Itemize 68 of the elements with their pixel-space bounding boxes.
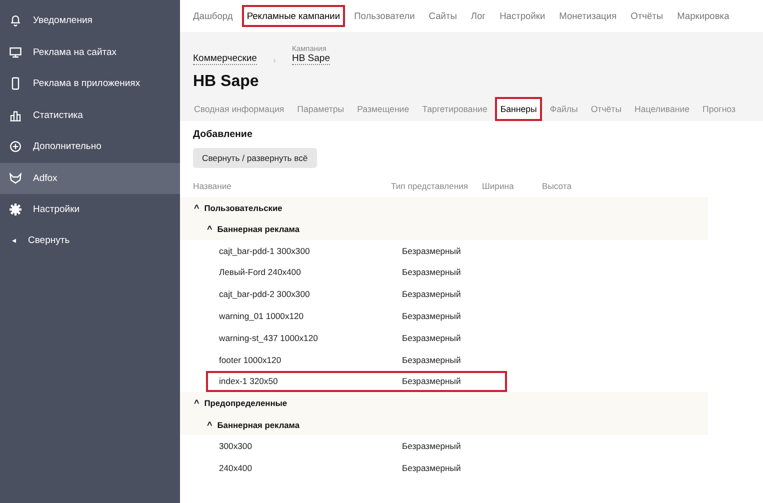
- sidebar-item[interactable]: Adfox: [0, 162, 180, 194]
- group-label: Пользовательские: [204, 202, 282, 213]
- table-cell-text: warning_01 1000x120: [218, 311, 305, 322]
- table-cell-text: cajt_bar-pdd-2 300x300: [218, 289, 311, 300]
- collapse-all-button[interactable]: Свернуть / развернуть всё: [193, 148, 317, 168]
- sidebar-item[interactable]: Реклама на сайтах: [0, 36, 180, 68]
- table-cell-text: Безразмерный: [402, 289, 462, 300]
- nav-tab[interactable]: Маркировка: [672, 5, 734, 27]
- tab[interactable]: Таргетирование: [417, 97, 492, 121]
- nav-tab[interactable]: Сайты: [424, 5, 462, 27]
- column-header: Высота: [542, 180, 572, 191]
- tab[interactable]: Размещение: [352, 97, 414, 121]
- tab[interactable]: Нацеливание: [630, 97, 694, 121]
- table-cell-text: Безразмерный: [402, 376, 462, 386]
- table-cell-text: 300x300: [218, 441, 253, 452]
- breadcrumb-link[interactable]: HB Sape: [292, 53, 330, 65]
- table-cell-text: Левый-Ford 240x400: [218, 267, 302, 278]
- caret-icon[interactable]: ^: [194, 398, 200, 408]
- sidebar-item[interactable]: Реклама в приложениях: [0, 68, 180, 100]
- add-icon: [8, 139, 23, 154]
- breadcrumb-separator: ›: [272, 55, 277, 65]
- sidebar-item[interactable]: Уведомления: [0, 5, 180, 36]
- table-cell-text: Безразмерный: [402, 463, 462, 474]
- nav-tab[interactable]: Пользователи: [349, 5, 420, 27]
- group-label: Баннерная реклама: [217, 224, 300, 234]
- bell-icon: [8, 13, 23, 28]
- collapse-link[interactable]: Свернуть: [28, 235, 70, 246]
- column-header: Тип представления: [391, 180, 470, 191]
- sidebar-item[interactable]: Дополнительно: [0, 131, 180, 162]
- nav-tab[interactable]: Отчёты: [626, 5, 668, 27]
- table-cell-text: Безразмерный: [402, 246, 462, 256]
- monitor-icon: [8, 44, 23, 60]
- column-header: Название: [192, 180, 232, 191]
- page-title: HB Sape: [193, 73, 260, 91]
- nav-tab[interactable]: Рекламные кампании: [242, 5, 346, 27]
- table-cell-text: Безразмерный: [402, 441, 462, 452]
- group-label: Предопределенные: [204, 398, 288, 408]
- table-cell-text: Безразмерный: [402, 332, 462, 343]
- tab[interactable]: Прогноз: [698, 97, 741, 121]
- tab[interactable]: Параметры: [292, 97, 350, 121]
- column-header: Ширина: [482, 180, 515, 191]
- tab[interactable]: Баннеры: [495, 97, 542, 121]
- settings-icon: [8, 202, 23, 218]
- caret-icon[interactable]: ^: [207, 224, 212, 234]
- breadcrumb-link[interactable]: Коммерческие: [193, 53, 257, 65]
- sidebar-item[interactable]: Настройки: [0, 194, 180, 226]
- table-cell-text: cajt_bar-pdd-1 300x300: [218, 246, 311, 256]
- caret-icon[interactable]: ^: [194, 202, 200, 213]
- table-cell-text: 240x400: [218, 463, 253, 474]
- table-cell-text: footer 1000x120: [218, 354, 282, 365]
- sidebar-item[interactable]: Статистика: [0, 100, 180, 131]
- tab[interactable]: Файлы: [544, 97, 583, 121]
- tab[interactable]: Отчёты: [586, 97, 627, 121]
- nav-tab[interactable]: Дашборд: [188, 5, 238, 27]
- table-cell-text: Безразмерный: [402, 354, 462, 365]
- nav-tab[interactable]: Настройки: [494, 5, 550, 27]
- table-cell-text: index-1 320x50: [218, 376, 279, 386]
- section-title: Добавление: [193, 129, 254, 140]
- tab[interactable]: Сводная информация: [189, 97, 290, 121]
- collapse-arrow-icon: ◂: [12, 236, 16, 245]
- table-cell-text: Безразмерный: [402, 267, 462, 278]
- group-label: Баннерная реклама: [217, 420, 300, 430]
- table-cell-text: warning-st_437 1000x120: [218, 332, 319, 343]
- fox-icon: [8, 170, 23, 186]
- nav-tab[interactable]: Монетизация: [554, 5, 622, 27]
- table-cell-text: Безразмерный: [402, 311, 462, 322]
- nav-tab[interactable]: Лог: [466, 5, 491, 27]
- caret-icon[interactable]: ^: [207, 420, 212, 430]
